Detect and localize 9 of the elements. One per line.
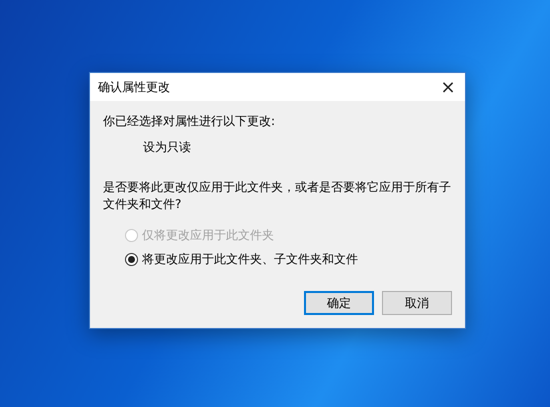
change-text: 设为只读	[143, 139, 192, 155]
intro-text: 你已经选择对属性进行以下更改:	[103, 113, 276, 129]
close-button[interactable]: ×	[431, 73, 465, 101]
window-title: 确认属性更改	[98, 79, 170, 96]
question-text: 是否要将此更改仅应用于此文件夹，或者是否要将它应用于所有子文件夹和文件?	[103, 179, 452, 213]
radio-button[interactable]	[125, 252, 138, 266]
dialog-button[interactable]: 确定	[304, 291, 374, 315]
dialog-button[interactable]: 取消	[382, 291, 452, 315]
radio-label[interactable]: 将更改应用于此文件夹、子文件夹和文件	[142, 250, 358, 268]
